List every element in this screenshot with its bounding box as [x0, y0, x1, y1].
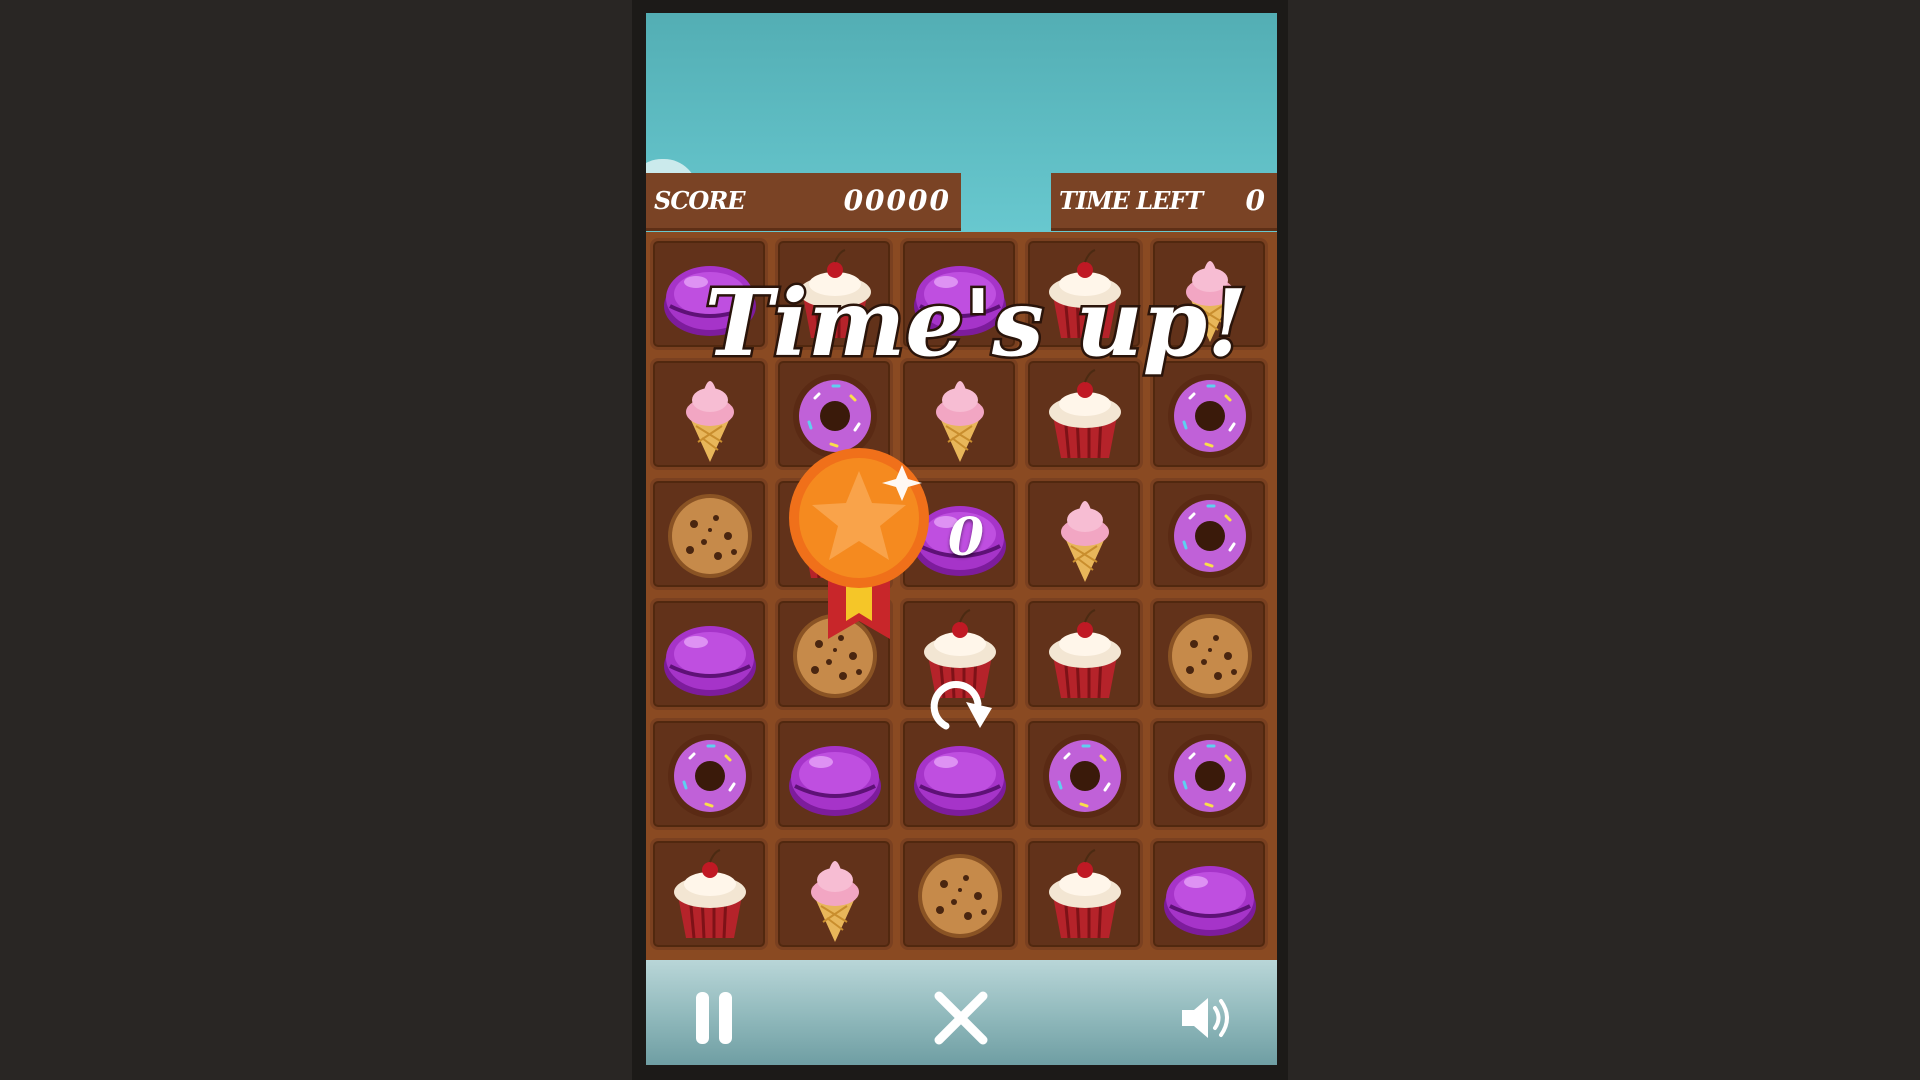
board-tile[interactable] [1150, 238, 1268, 350]
macaron-icon [914, 266, 1006, 336]
board-tile[interactable] [1025, 838, 1143, 950]
board-tile[interactable] [775, 838, 893, 950]
sound-button[interactable] [1178, 988, 1238, 1048]
board-tile[interactable] [1025, 358, 1143, 470]
pause-icon [696, 992, 732, 1044]
icecream-icon [686, 381, 734, 462]
medal-icon [789, 448, 929, 639]
icecream-icon [1061, 501, 1109, 582]
board-tile[interactable] [775, 238, 893, 350]
cookie-icon [1168, 614, 1252, 698]
board-tile[interactable] [1025, 718, 1143, 830]
board-tile[interactable] [1150, 478, 1268, 590]
board-tile[interactable] [775, 718, 893, 830]
board-tile[interactable] [650, 598, 768, 710]
time-left-label: TIME LEFT [1059, 186, 1203, 215]
board-tile[interactable] [1025, 478, 1143, 590]
donut-icon [1168, 734, 1252, 818]
cupcake-icon [674, 849, 746, 939]
macaron-icon [664, 626, 756, 696]
time-left-panel: TIME LEFT 0 [1051, 173, 1277, 231]
game-canvas: SCORE 00000 TIME LEFT 0 Time's up! 0 [646, 13, 1277, 1065]
close-button[interactable] [931, 988, 991, 1048]
icecream-icon [811, 861, 859, 942]
donut-icon [1168, 494, 1252, 578]
donut-icon [1168, 374, 1252, 458]
cupcake-icon [1049, 609, 1121, 699]
cookie-icon [918, 854, 1002, 938]
board-tile[interactable] [1025, 238, 1143, 350]
macaron-icon [664, 266, 756, 336]
restart-button[interactable] [926, 678, 996, 740]
macaron-icon [789, 746, 881, 816]
board-tile[interactable] [1150, 358, 1268, 470]
board-tile[interactable] [900, 238, 1018, 350]
score-value: 00000 [843, 184, 951, 217]
board-tile[interactable] [650, 838, 768, 950]
control-bar [646, 960, 1277, 1065]
cookie-icon [668, 494, 752, 578]
board-tile[interactable] [1150, 598, 1268, 710]
game-board [646, 232, 1277, 960]
cupcake-icon [1049, 849, 1121, 939]
score-label: SCORE [654, 186, 746, 215]
final-score: 0 [947, 507, 985, 568]
board-tile[interactable] [1150, 838, 1268, 950]
board-tile[interactable] [900, 838, 1018, 950]
donut-icon [1043, 734, 1127, 818]
pause-button[interactable] [684, 988, 744, 1048]
cupcake-icon [799, 249, 871, 339]
cupcake-icon [1049, 249, 1121, 339]
board-tile[interactable] [1150, 718, 1268, 830]
board-tile[interactable] [650, 358, 768, 470]
board-tile[interactable] [650, 238, 768, 350]
score-panel: SCORE 00000 [646, 173, 961, 231]
candy-grid [650, 238, 1274, 954]
cupcake-icon [1049, 369, 1121, 459]
donut-icon [668, 734, 752, 818]
close-icon [934, 991, 988, 1045]
restart-icon [930, 681, 992, 730]
macaron-icon [1164, 866, 1256, 936]
speaker-icon [1182, 998, 1229, 1038]
board-tile[interactable] [1025, 598, 1143, 710]
board-tile[interactable] [650, 718, 768, 830]
icecream-icon [1186, 261, 1234, 342]
board-tile[interactable] [650, 478, 768, 590]
time-left-value: 0 [1245, 184, 1267, 217]
